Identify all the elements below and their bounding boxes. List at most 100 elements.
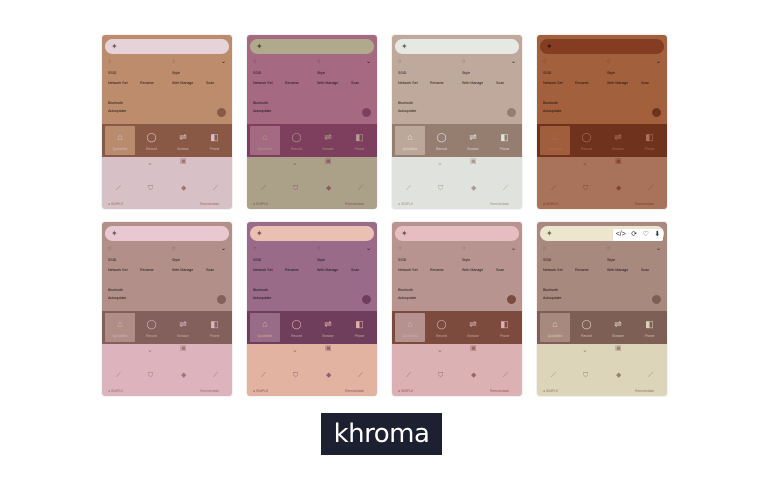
- search-bar[interactable]: ✦: [105, 39, 229, 54]
- rename-item[interactable]: Rename: [140, 268, 154, 273]
- slash-icon[interactable]: ⟋: [406, 185, 411, 193]
- scan-item[interactable]: Scan: [641, 81, 649, 86]
- search-bar[interactable]: ✦: [395, 226, 519, 241]
- shield-icon[interactable]: ⛉: [438, 372, 443, 380]
- slash-icon[interactable]: ⟋: [116, 185, 121, 193]
- diamond-icon[interactable]: ◆: [616, 372, 621, 380]
- diamond-icon[interactable]: ◆: [181, 372, 186, 380]
- grid-icon[interactable]: ▣: [615, 345, 622, 353]
- rename-item[interactable]: Rename: [285, 81, 299, 86]
- info-icon[interactable]: [362, 295, 371, 304]
- refresh-icon[interactable]: ⟳: [631, 231, 637, 239]
- chevron-down-icon[interactable]: ⌄: [437, 347, 443, 355]
- info-icon[interactable]: [217, 108, 226, 117]
- record-tile[interactable]: ◯ Record: [281, 313, 312, 342]
- record-tile[interactable]: ◯ Record: [426, 126, 457, 155]
- phone-tile[interactable]: ◧ Phone: [489, 126, 520, 155]
- grid-icon[interactable]: ▣: [470, 345, 477, 353]
- grid-icon[interactable]: ▣: [615, 158, 622, 166]
- shield-icon[interactable]: ⛉: [148, 185, 153, 193]
- record-tile[interactable]: ◯ Record: [136, 126, 167, 155]
- phone-tile[interactable]: ◧ Phone: [199, 313, 230, 342]
- quicktiles-tile[interactable]: ⌂ Quicktiles: [250, 313, 280, 342]
- diamond-icon[interactable]: ◆: [471, 372, 476, 380]
- scan-item[interactable]: Scan: [206, 81, 214, 86]
- search-bar[interactable]: ✦: [540, 39, 664, 54]
- info-icon[interactable]: [217, 295, 226, 304]
- palette-card[interactable]: ✦ ◌ ◌ ⌄ SSID Style Network Set Rename We…: [247, 222, 377, 396]
- phone-tile[interactable]: ◧ Phone: [344, 126, 375, 155]
- phone-tile[interactable]: ◧ Phone: [489, 313, 520, 342]
- slash-icon[interactable]: ⟋: [261, 372, 266, 380]
- grid-icon[interactable]: ▣: [325, 345, 332, 353]
- slash-icon[interactable]: ⟋: [551, 372, 556, 380]
- khroma-logo[interactable]: khroma: [321, 413, 442, 455]
- quicktiles-tile[interactable]: ⌂ Quicktiles: [540, 126, 570, 155]
- shield-icon[interactable]: ⛉: [148, 372, 153, 380]
- search-bar[interactable]: ✦: [250, 39, 374, 54]
- shield-icon[interactable]: ⛉: [293, 372, 298, 380]
- chevron-down-icon[interactable]: ⌄: [292, 160, 298, 168]
- pen-icon[interactable]: ⟋: [213, 372, 218, 380]
- browse-tile[interactable]: ⇌ Browse: [458, 313, 488, 342]
- slash-icon[interactable]: ⟋: [261, 185, 266, 193]
- record-tile[interactable]: ◯ Record: [426, 313, 457, 342]
- diamond-icon[interactable]: ◆: [326, 185, 331, 193]
- download-icon[interactable]: ⬇: [654, 231, 660, 239]
- chevron-down-icon[interactable]: ⌄: [147, 347, 153, 355]
- scan-item[interactable]: Scan: [351, 81, 359, 86]
- grid-icon[interactable]: ▣: [180, 158, 187, 166]
- quicktiles-tile[interactable]: ⌂ Quicktiles: [395, 126, 425, 155]
- quicktiles-tile[interactable]: ⌂ Quicktiles: [395, 313, 425, 342]
- pen-icon[interactable]: ⟋: [503, 185, 508, 193]
- palette-card[interactable]: ✦ ◌ ◌ ⌄ SSID Style Network Set Rename We…: [537, 222, 667, 396]
- chevron-down-icon[interactable]: ⌄: [582, 347, 588, 355]
- slash-icon[interactable]: ⟋: [116, 372, 121, 380]
- info-icon[interactable]: [652, 108, 661, 117]
- grid-icon[interactable]: ▣: [325, 158, 332, 166]
- pen-icon[interactable]: ⟋: [358, 372, 363, 380]
- shield-icon[interactable]: ⛉: [293, 185, 298, 193]
- scan-item[interactable]: Scan: [496, 268, 504, 273]
- record-tile[interactable]: ◯ Record: [571, 126, 602, 155]
- pen-icon[interactable]: ⟋: [213, 185, 218, 193]
- info-icon[interactable]: [362, 108, 371, 117]
- quicktiles-tile[interactable]: ⌂ Quicktiles: [105, 126, 135, 155]
- shield-icon[interactable]: ⛉: [583, 185, 588, 193]
- rename-item[interactable]: Rename: [285, 268, 299, 273]
- quicktiles-tile[interactable]: ⌂ Quicktiles: [250, 126, 280, 155]
- palette-card[interactable]: ✦ ◌ ◌ ⌄ SSID Style Network Set Rename We…: [392, 35, 522, 209]
- code-icon[interactable]: </>: [616, 231, 626, 239]
- info-icon[interactable]: [507, 108, 516, 117]
- palette-card[interactable]: ✦ ◌ ◌ ⌄ SSID Style Network Set Rename We…: [102, 35, 232, 209]
- pen-icon[interactable]: ⟋: [503, 372, 508, 380]
- heart-icon[interactable]: ♡: [643, 231, 649, 239]
- phone-tile[interactable]: ◧ Phone: [199, 126, 230, 155]
- browse-tile[interactable]: ⇌ Browse: [603, 126, 633, 155]
- browse-tile[interactable]: ⇌ Browse: [168, 313, 198, 342]
- info-icon[interactable]: [507, 295, 516, 304]
- pen-icon[interactable]: ⟋: [648, 372, 653, 380]
- phone-tile[interactable]: ◧ Phone: [634, 126, 665, 155]
- pen-icon[interactable]: ⟋: [648, 185, 653, 193]
- slash-icon[interactable]: ⟋: [551, 185, 556, 193]
- rename-item[interactable]: Rename: [430, 268, 444, 273]
- rename-item[interactable]: Rename: [575, 81, 589, 86]
- rename-item[interactable]: Rename: [430, 81, 444, 86]
- phone-tile[interactable]: ◧ Phone: [634, 313, 665, 342]
- quicktiles-tile[interactable]: ⌂ Quicktiles: [540, 313, 570, 342]
- grid-icon[interactable]: ▣: [180, 345, 187, 353]
- rename-item[interactable]: Rename: [575, 268, 589, 273]
- shield-icon[interactable]: ⛉: [438, 185, 443, 193]
- browse-tile[interactable]: ⇌ Browse: [603, 313, 633, 342]
- search-bar[interactable]: ✦: [105, 226, 229, 241]
- diamond-icon[interactable]: ◆: [181, 185, 186, 193]
- pen-icon[interactable]: ⟋: [358, 185, 363, 193]
- palette-card[interactable]: ✦ ◌ ◌ ⌄ SSID Style Network Set Rename We…: [247, 35, 377, 209]
- phone-tile[interactable]: ◧ Phone: [344, 313, 375, 342]
- search-bar[interactable]: ✦: [395, 39, 519, 54]
- record-tile[interactable]: ◯ Record: [571, 313, 602, 342]
- browse-tile[interactable]: ⇌ Browse: [313, 313, 343, 342]
- palette-card[interactable]: ✦ ◌ ◌ ⌄ SSID Style Network Set Rename We…: [392, 222, 522, 396]
- grid-icon[interactable]: ▣: [470, 158, 477, 166]
